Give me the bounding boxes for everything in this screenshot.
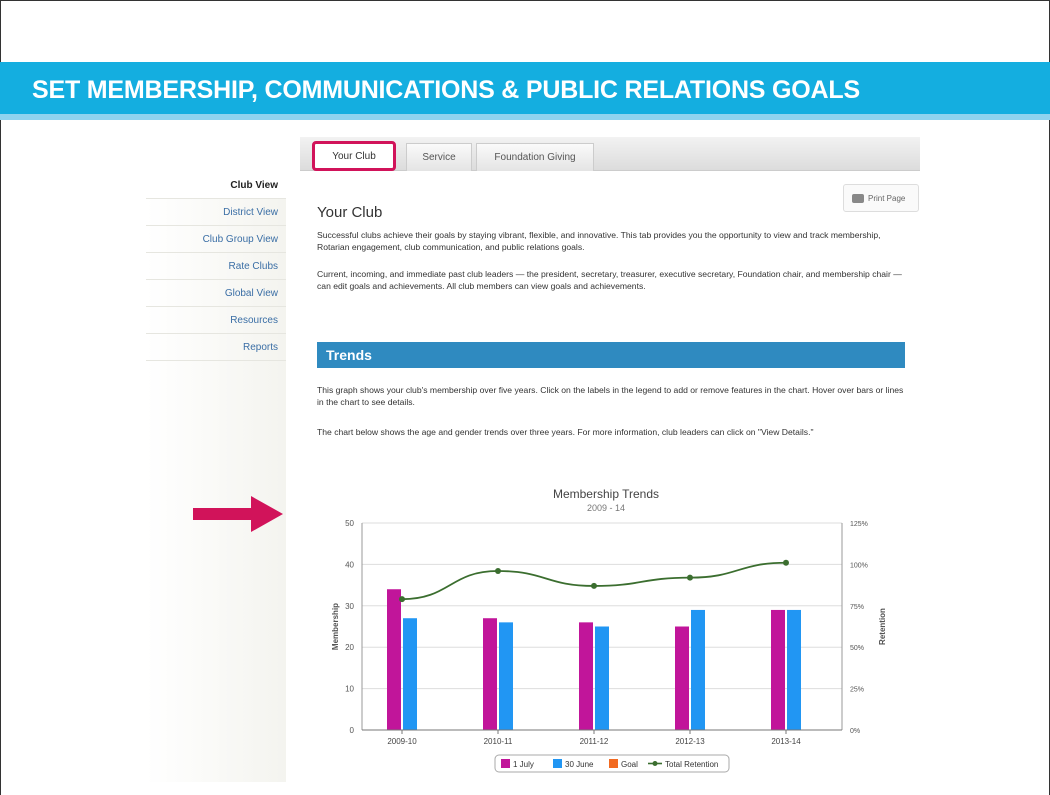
x-tick-label: 2010-11 xyxy=(484,737,513,746)
sidebar-item-district-view[interactable]: District View xyxy=(146,199,286,226)
sidebar-item-reports[interactable]: Reports xyxy=(146,334,286,361)
bar-1-july xyxy=(387,589,401,730)
sidebar-item-global-view[interactable]: Global View xyxy=(146,280,286,307)
page-title: Your Club xyxy=(317,204,383,221)
retention-point xyxy=(783,559,789,566)
chart-subtitle: 2009 - 14 xyxy=(587,503,625,513)
retention-point xyxy=(399,596,405,603)
chart-title: Membership Trends xyxy=(553,487,659,501)
bar-30-june xyxy=(499,622,513,730)
trends-paragraph-1: This graph shows your club's membership … xyxy=(317,385,904,407)
tab-your-club[interactable]: Your Club xyxy=(312,141,396,171)
bar-1-july xyxy=(675,626,689,730)
y-right-tick-label: 125% xyxy=(850,521,868,528)
bar-30-june xyxy=(691,609,705,730)
bar-30-june xyxy=(403,618,417,730)
membership-trends-chart: Membership Trends 2009 - 14 0 10 20 30 40 50 0… xyxy=(317,475,907,780)
y-right-tick-label: 100% xyxy=(850,562,868,569)
bar-1-july xyxy=(771,609,785,730)
retention-point xyxy=(495,568,501,575)
sidebar-item-rate-clubs[interactable]: Rate Clubs xyxy=(146,253,286,280)
y-tick-label: 40 xyxy=(345,560,354,569)
legend-swatch xyxy=(609,759,618,768)
y-tick-label: 50 xyxy=(345,519,354,528)
print-page-label: Print Page xyxy=(868,194,906,203)
y-right-axis-label: Retention xyxy=(878,608,887,645)
sidebar-item-club-group-view[interactable]: Club Group View xyxy=(146,226,286,253)
legend-label: Goal xyxy=(621,760,638,769)
x-tick-label: 2013-14 xyxy=(771,737,801,746)
x-tick-label: 2012-13 xyxy=(675,737,705,746)
sidebar-item-club-view[interactable]: Club View xyxy=(146,172,286,199)
tab-bar: Your Club Service Foundation Giving xyxy=(300,137,920,171)
y-tick-label: 30 xyxy=(345,602,354,611)
y-tick-label: 20 xyxy=(345,643,354,652)
y-tick-label: 0 xyxy=(350,726,355,735)
sidebar-item-resources[interactable]: Resources xyxy=(146,307,286,334)
bar-30-june xyxy=(595,626,609,730)
pointer-arrow-icon xyxy=(193,496,283,532)
trends-heading: Trends xyxy=(326,347,372,363)
legend-label: Total Retention xyxy=(665,760,718,769)
retention-point xyxy=(687,574,693,581)
printer-icon xyxy=(852,194,864,204)
legend-label: 30 June xyxy=(565,760,594,769)
tab-foundation-giving[interactable]: Foundation Giving xyxy=(476,143,594,171)
y-right-tick-label: 50% xyxy=(850,645,864,652)
bar-1-july xyxy=(579,622,593,730)
bar-1-july xyxy=(483,618,497,730)
y-tick-label: 10 xyxy=(345,685,354,694)
y-right-tick-label: 25% xyxy=(850,687,864,694)
legend-swatch-marker xyxy=(652,761,658,766)
legend-swatch xyxy=(501,759,510,768)
x-tick-label: 2009-10 xyxy=(387,737,417,746)
x-tick-label: 2011-12 xyxy=(580,737,609,746)
slide-banner: SET MEMBERSHIP, COMMUNICATIONS & PUBLIC … xyxy=(0,62,1050,120)
tab-service[interactable]: Service xyxy=(406,143,472,171)
slide-title: SET MEMBERSHIP, COMMUNICATIONS & PUBLIC … xyxy=(32,76,860,104)
y-right-tick-label: 0% xyxy=(850,728,860,735)
bar-30-june xyxy=(787,609,801,730)
legend-swatch xyxy=(553,759,562,768)
y-axis-label: Membership xyxy=(331,603,340,650)
intro-paragraph-1: Successful clubs achieve their goals by … xyxy=(317,230,881,252)
y-right-tick-label: 75% xyxy=(850,604,864,611)
trends-paragraph-2: The chart below shows the age and gender… xyxy=(317,427,814,437)
print-page-button[interactable]: Print Page xyxy=(843,184,919,212)
intro-paragraph-2: Current, incoming, and immediate past cl… xyxy=(317,269,902,291)
trends-section-header: Trends xyxy=(317,342,905,368)
legend-label: 1 July xyxy=(513,760,534,769)
sidebar: Club View District View Club Group View … xyxy=(146,172,286,782)
retention-point xyxy=(591,582,597,589)
